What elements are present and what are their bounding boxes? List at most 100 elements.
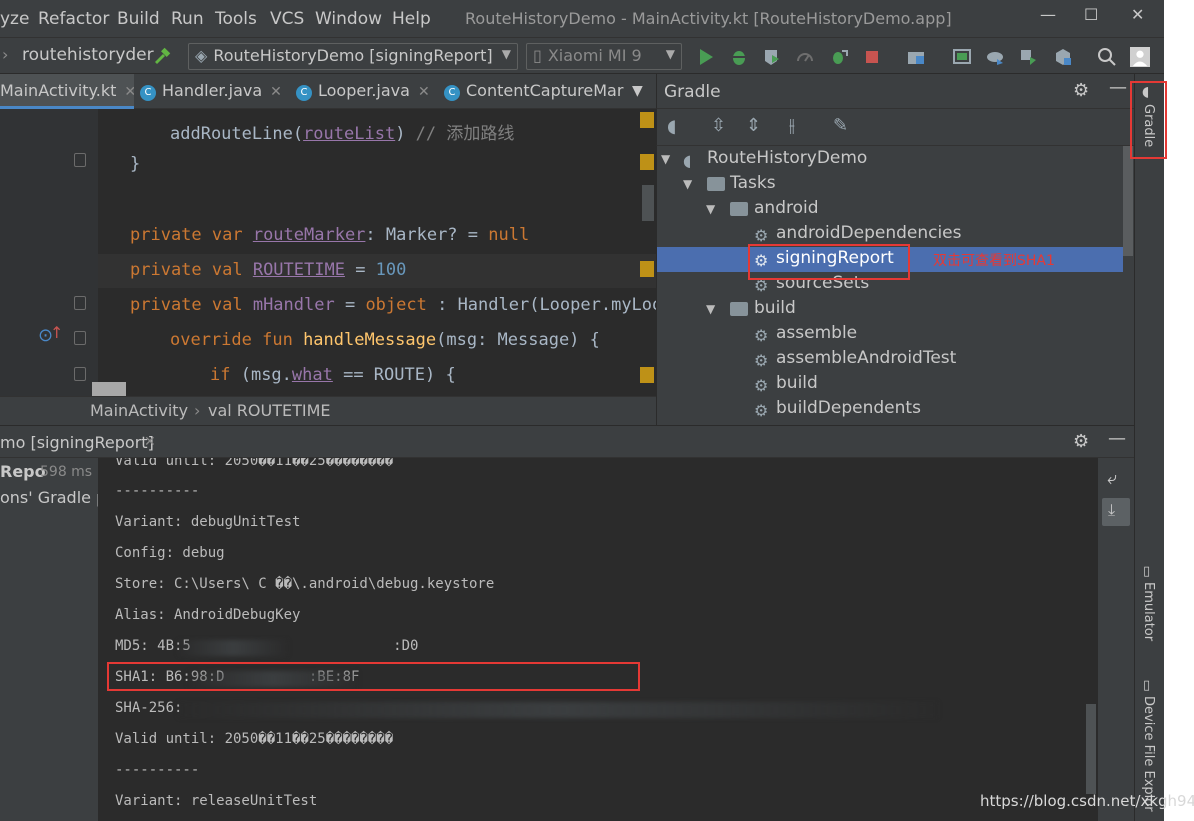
- console-line: Variant: releaseUnitTest: [115, 793, 318, 809]
- soft-wrap-icon[interactable]: ⤶: [1107, 468, 1117, 489]
- console-scroll-thumb[interactable]: [1086, 704, 1096, 794]
- debug-icon[interactable]: [729, 47, 749, 67]
- collapse-all-icon[interactable]: ⇕: [746, 115, 761, 136]
- close-icon[interactable]: ✕: [144, 434, 156, 450]
- menu-analyze[interactable]: yze: [0, 9, 29, 29]
- tab-handler[interactable]: C Handler.java ✕: [140, 74, 287, 109]
- main-toolbar: › routehistoryder ◈ RouteHistoryDemo [sig…: [0, 37, 1164, 74]
- task-gear-icon: ⚙: [754, 226, 769, 245]
- warning-stripe[interactable]: [640, 112, 654, 128]
- watermark: https://blog.csdn.net/xkgh941: [980, 792, 1194, 810]
- java-class-icon: C: [296, 85, 312, 101]
- tab-contentcapture[interactable]: C ContentCaptureMar: [444, 74, 624, 109]
- warning-stripe[interactable]: [640, 154, 654, 170]
- fold-marker-icon[interactable]: [74, 153, 86, 167]
- warning-stripe[interactable]: [640, 367, 654, 383]
- tree-label: build: [776, 373, 818, 393]
- menu-help[interactable]: Help: [392, 9, 431, 29]
- nav-chevron-icon: ›: [2, 45, 9, 64]
- search-icon[interactable]: [1097, 47, 1117, 67]
- run-config-select[interactable]: ◈ RouteHistoryDemo [signingReport] ▼: [188, 43, 518, 70]
- code-editor[interactable]: ⊙ ↑ addRouteLine(routeList) // 添加路线 } pr…: [0, 109, 656, 396]
- run-icon[interactable]: [696, 47, 716, 67]
- hide-panel-icon[interactable]: —: [1109, 77, 1127, 98]
- gradle-button-highlight: [1130, 81, 1167, 159]
- tree-item-project[interactable]: ▼ ◖ RouteHistoryDemo: [657, 147, 1123, 172]
- gear-icon[interactable]: ⚙: [1073, 431, 1089, 452]
- signing-report-highlight: [748, 244, 910, 280]
- sdk-manager-icon[interactable]: [1018, 47, 1038, 67]
- run-tab[interactable]: mo [signingReport]: [0, 433, 154, 452]
- emulator-tool-window-button[interactable]: Emulator: [1141, 582, 1156, 641]
- expand-arrow-icon[interactable]: ▼: [683, 177, 692, 191]
- tab-looper[interactable]: C Looper.java ✕: [296, 74, 436, 109]
- hide-panel-icon[interactable]: —: [1108, 428, 1126, 449]
- tab-mainactivity[interactable]: MainActivity.kt ✕: [0, 74, 134, 109]
- tab-label: ContentCaptureMar: [466, 81, 624, 100]
- expand-arrow-icon[interactable]: ▼: [706, 202, 715, 216]
- breadcrumb-class[interactable]: MainActivity: [90, 401, 188, 420]
- expand-arrow-icon[interactable]: ▼: [661, 152, 670, 166]
- toggle-offline-icon[interactable]: ⫲: [789, 115, 795, 136]
- run-console[interactable]: Valid until: 2050��11��25�������� ------…: [98, 458, 1098, 821]
- expand-all-icon[interactable]: ⇳: [711, 115, 726, 136]
- tree-label: Tasks: [730, 173, 776, 193]
- minimize-button[interactable]: —: [1040, 5, 1056, 24]
- console-line: Valid until: 2050��11��25��������: [115, 731, 394, 747]
- maximize-button[interactable]: ☐: [1084, 5, 1098, 24]
- redaction-blur: [178, 702, 938, 718]
- tree-item-assemble[interactable]: ⚙ assemble: [657, 322, 1123, 347]
- device-label: Xiaomi MI 9: [547, 46, 642, 65]
- tree-item-tasks[interactable]: ▼ Tasks: [657, 172, 1123, 197]
- horizontal-scroll-thumb[interactable]: [92, 382, 126, 396]
- menu-build[interactable]: Build: [117, 9, 160, 29]
- coverage-icon[interactable]: [762, 47, 782, 67]
- tabs-overflow-chevron-icon[interactable]: ▼: [632, 83, 643, 99]
- code-line: private var routeMarker: Marker? = null: [130, 225, 530, 245]
- close-window-button[interactable]: ✕: [1131, 5, 1144, 24]
- scroll-to-end-button[interactable]: ⤓: [1102, 498, 1130, 526]
- close-icon[interactable]: ✕: [418, 84, 430, 100]
- vertical-scroll-thumb[interactable]: [642, 185, 654, 221]
- run-tree-item[interactable]: Repo 598 ms: [0, 462, 98, 488]
- avd-manager-icon[interactable]: [952, 47, 972, 67]
- stop-icon[interactable]: [862, 47, 882, 67]
- run-side-toolbar: ⤶ ⤓: [1098, 458, 1134, 821]
- avatar-icon[interactable]: [1130, 47, 1150, 67]
- project-breadcrumb[interactable]: routehistoryder: [22, 45, 154, 65]
- menu-tools[interactable]: Tools: [215, 9, 257, 29]
- wrench-icon[interactable]: ✎: [833, 115, 848, 136]
- menu-vcs[interactable]: VCS: [270, 9, 304, 29]
- device-select[interactable]: ▯ Xiaomi MI 9 ▼: [526, 43, 682, 70]
- gradle-elephant-icon[interactable]: ◖: [667, 116, 676, 137]
- fold-marker-icon[interactable]: [74, 367, 86, 381]
- tree-item-build-group[interactable]: ▼ build: [657, 297, 1123, 322]
- tree-scroll-thumb[interactable]: [1123, 146, 1133, 256]
- tree-item-build[interactable]: ⚙ build: [657, 372, 1123, 397]
- tree-item-android[interactable]: ▼ android: [657, 197, 1123, 222]
- breadcrumb-member[interactable]: val ROUTETIME: [208, 401, 331, 420]
- expand-arrow-icon[interactable]: ▼: [706, 302, 715, 316]
- app-inspection-icon[interactable]: [1053, 47, 1073, 67]
- tree-item-assembleAndroidTest[interactable]: ⚙ assembleAndroidTest: [657, 347, 1123, 372]
- menu-refactor[interactable]: Refactor: [38, 9, 109, 29]
- code-line: addRouteLine(routeList) // 添加路线: [170, 124, 515, 144]
- close-icon[interactable]: ✕: [124, 84, 134, 100]
- gear-icon[interactable]: ⚙: [1073, 80, 1089, 101]
- task-folder-icon: [730, 302, 748, 316]
- fold-marker-icon[interactable]: [74, 331, 86, 345]
- fold-marker-icon[interactable]: [74, 296, 86, 310]
- gradle-toolbar: ◖ ⇳ ⇕ ⫲ ✎: [656, 109, 1134, 146]
- sync-gradle-icon[interactable]: [985, 47, 1005, 67]
- attach-debugger-icon[interactable]: [829, 47, 849, 67]
- close-icon[interactable]: ✕: [270, 84, 282, 100]
- project-structure-icon[interactable]: [906, 47, 926, 67]
- run-panel-header: mo [signingReport] ✕ ⚙ —: [0, 425, 1134, 458]
- profile-icon[interactable]: [795, 47, 815, 67]
- menu-window[interactable]: Window: [315, 9, 382, 29]
- tree-item-buildDependents[interactable]: ⚙ buildDependents: [657, 397, 1123, 422]
- hammer-icon[interactable]: [152, 47, 172, 67]
- editor-tabs: MainActivity.kt ✕ C Handler.java ✕ C Looper.…: [0, 74, 656, 109]
- warning-stripe[interactable]: [640, 261, 654, 277]
- menu-run[interactable]: Run: [171, 9, 204, 29]
